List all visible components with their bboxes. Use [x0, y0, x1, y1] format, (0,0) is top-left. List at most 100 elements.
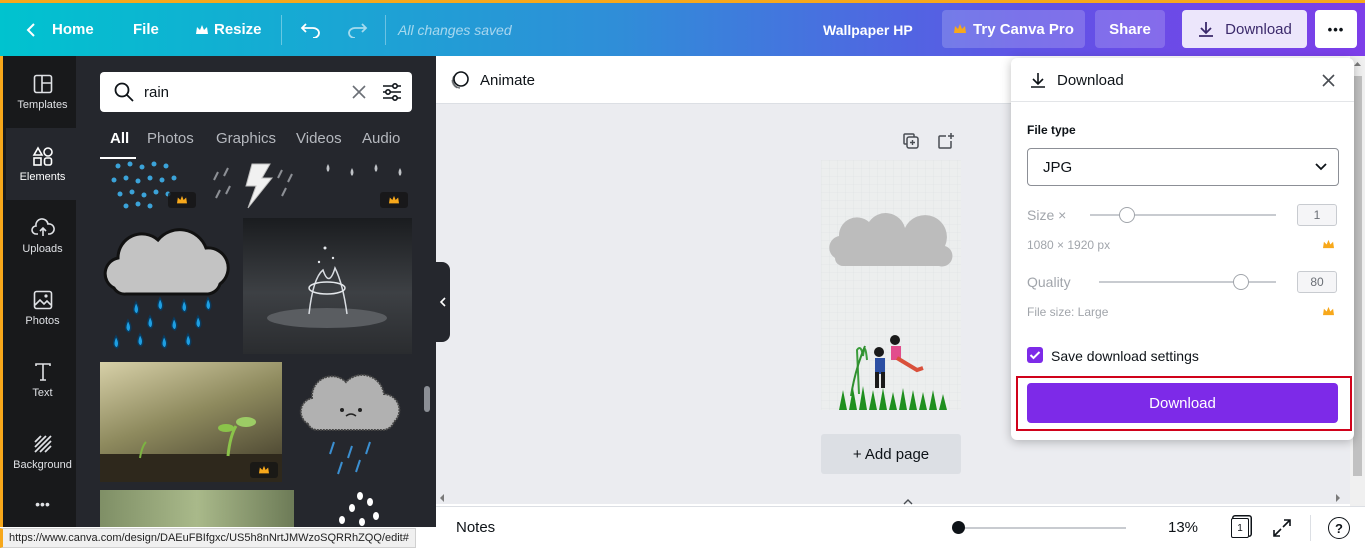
save-status: All changes saved	[398, 21, 512, 38]
chevron-left-icon	[439, 297, 446, 307]
background-icon	[33, 434, 52, 453]
white-drops-graphic[interactable]	[316, 490, 412, 527]
close-icon[interactable]	[1322, 74, 1335, 87]
chevron-up-icon[interactable]	[902, 498, 914, 506]
tab-all[interactable]: All	[110, 130, 129, 147]
add-page-icon[interactable]	[937, 132, 955, 150]
pro-badge	[168, 192, 196, 208]
chevron-left-icon	[26, 22, 35, 37]
lightning-graphic-image	[213, 163, 293, 209]
file-type-value: JPG	[1043, 159, 1073, 176]
white-drops-image	[339, 492, 379, 526]
undo-button[interactable]	[300, 3, 322, 56]
clear-search-icon[interactable]	[352, 85, 366, 99]
elements-panel: All Photos Graphics Videos Audio	[76, 56, 436, 527]
rain-splash-photo[interactable]	[243, 218, 412, 354]
download-button-highlight	[1016, 376, 1352, 431]
lightning-storm-graphic[interactable]	[208, 160, 308, 210]
save-settings-label[interactable]: Save download settings	[1051, 348, 1199, 364]
file-size-text: File size: Large	[1027, 305, 1109, 319]
document-title[interactable]: Wallpaper HP	[823, 3, 913, 56]
tab-audio[interactable]: Audio	[362, 130, 400, 147]
file-type-label: File type	[1027, 123, 1076, 137]
file-menu-button[interactable]: File	[133, 3, 159, 56]
size-value-input[interactable]: 1	[1297, 204, 1337, 226]
green-rain-photo[interactable]	[100, 490, 294, 527]
scroll-right-arrow-icon[interactable]	[1334, 493, 1342, 503]
quality-value-input[interactable]: 80	[1297, 271, 1337, 293]
panel-scrollbar[interactable]	[424, 386, 430, 412]
help-button[interactable]: ?	[1328, 517, 1350, 539]
side-rail: Templates Elements Uploads Photos Text B…	[0, 56, 79, 527]
rail-item-more[interactable]: •••	[6, 486, 79, 522]
checkmark-icon	[1029, 351, 1041, 360]
zoom-slider-knob[interactable]	[951, 521, 965, 534]
try-pro-label: Try Canva Pro	[973, 20, 1074, 38]
add-page-button[interactable]: + Add page	[821, 434, 961, 474]
home-label: Home	[52, 21, 94, 38]
filter-icon[interactable]	[382, 82, 402, 102]
toolbar-divider	[281, 15, 282, 45]
tab-videos[interactable]: Videos	[296, 130, 342, 147]
sprout-rain-photo[interactable]	[100, 362, 282, 482]
size-label: Size ×	[1027, 207, 1067, 223]
rain-drops-graphic[interactable]	[100, 160, 196, 210]
rail-item-templates[interactable]: Templates	[6, 56, 79, 128]
rail-label: Templates	[17, 98, 68, 111]
quality-slider-knob[interactable]	[1232, 274, 1249, 290]
resize-label: Resize	[214, 21, 262, 38]
scroll-left-arrow-icon[interactable]	[438, 493, 446, 503]
rail-item-photos[interactable]: Photos	[6, 272, 79, 344]
chevron-down-icon	[1315, 163, 1327, 171]
size-slider-track[interactable]	[1090, 214, 1276, 216]
rain-cloud-graphic[interactable]	[100, 218, 236, 354]
download-icon	[1031, 73, 1045, 88]
rail-item-background[interactable]: Background	[6, 416, 79, 488]
more-options-button[interactable]: •••	[1315, 10, 1357, 48]
file-type-select[interactable]: JPG	[1027, 148, 1339, 186]
zoom-percentage[interactable]: 13%	[1168, 519, 1198, 536]
collapse-panel-button[interactable]	[436, 262, 450, 342]
search-icon	[114, 82, 134, 102]
duplicate-page-icon[interactable]	[902, 132, 920, 150]
notes-button[interactable]: Notes	[456, 519, 495, 536]
rail-item-text[interactable]: Text	[6, 344, 79, 416]
resize-button[interactable]: Resize	[195, 3, 262, 56]
bottom-divider	[1310, 515, 1311, 541]
sad-cloud-rain-image	[299, 373, 401, 475]
rail-label: Photos	[25, 314, 60, 327]
tab-graphics[interactable]: Graphics	[216, 130, 276, 147]
scroll-up-arrow-icon[interactable]	[1353, 60, 1362, 68]
water-splash-photo-image	[267, 246, 387, 328]
rail-item-elements[interactable]: Elements	[6, 128, 79, 200]
undo-icon	[300, 22, 320, 38]
page-count-button[interactable]: 1	[1231, 518, 1249, 538]
rail-item-uploads[interactable]: Uploads	[6, 200, 79, 272]
crown-icon	[259, 465, 269, 474]
share-button[interactable]: Share	[1095, 10, 1165, 48]
try-canva-pro-button[interactable]: Try Canva Pro	[942, 10, 1085, 48]
cute-cloud-graphic[interactable]	[294, 362, 412, 482]
size-slider-knob[interactable]	[1119, 207, 1136, 223]
wallpaper-design-image	[821, 160, 961, 410]
search-input[interactable]	[144, 72, 344, 112]
scrollbar-thumb[interactable]	[1353, 76, 1362, 476]
top-bar: Home File Resize All changes saved Wallp…	[0, 0, 1365, 56]
gray-rain-graphic[interactable]	[316, 160, 412, 210]
animate-button[interactable]: Animate	[450, 70, 535, 90]
save-settings-checkbox[interactable]	[1027, 347, 1043, 363]
redo-button[interactable]	[346, 3, 368, 56]
crown-icon	[1323, 306, 1334, 316]
templates-icon	[33, 74, 52, 93]
fullscreen-icon[interactable]	[1272, 518, 1292, 538]
status-bar-url: https://www.canva.com/design/DAEuFBIfgxc…	[0, 528, 416, 548]
home-button[interactable]: Home	[24, 3, 94, 56]
photos-icon	[33, 290, 52, 309]
quality-slider-track[interactable]	[1099, 281, 1276, 283]
zoom-slider-track[interactable]	[958, 527, 1126, 529]
download-toolbar-button[interactable]: Download	[1182, 10, 1307, 48]
rail-label: Background	[13, 458, 72, 471]
design-page-preview[interactable]	[821, 160, 961, 410]
tab-photos[interactable]: Photos	[147, 130, 194, 147]
dimensions-text: 1080 × 1920 px	[1027, 238, 1111, 252]
